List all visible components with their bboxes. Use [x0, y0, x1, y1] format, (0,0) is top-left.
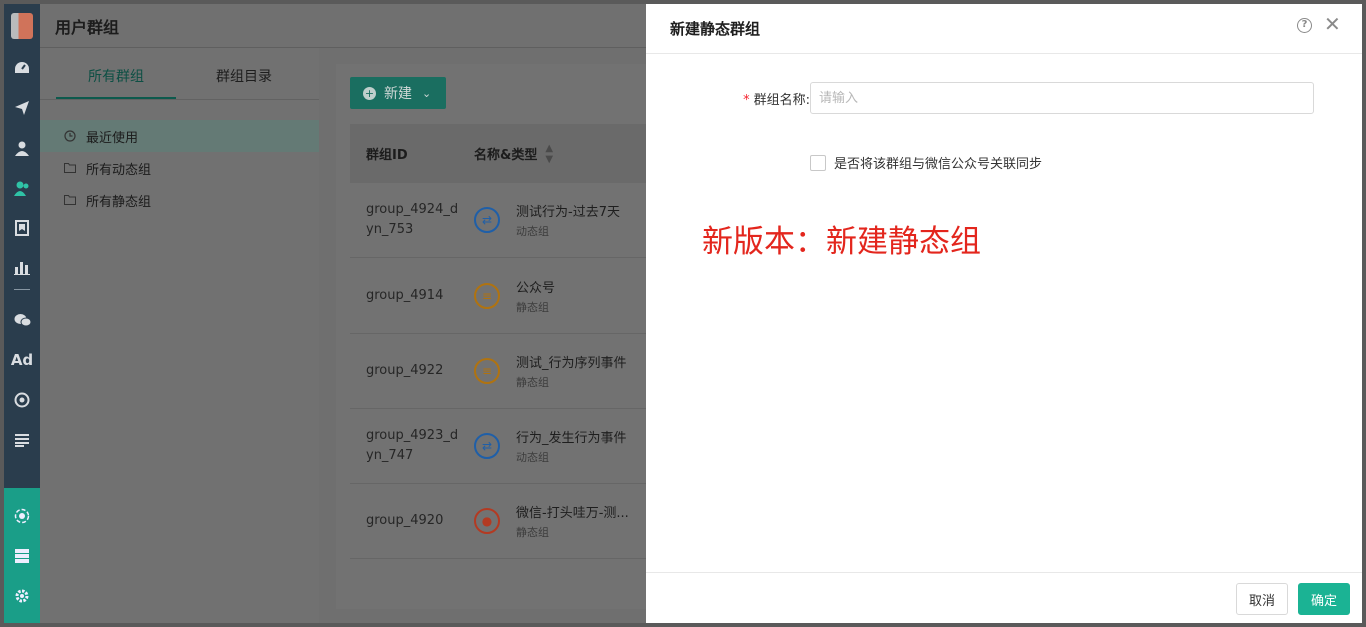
list-icon[interactable] — [4, 420, 40, 460]
group-name-label-text: 群组名称: — [753, 92, 810, 108]
wechat-sync-option[interactable]: 是否将该群组与微信公众号关联同步 — [810, 153, 1042, 172]
rail-divider — [14, 289, 30, 290]
wechat-sync-label: 是否将该群组与微信公众号关联同步 — [834, 157, 1043, 172]
group-name-field: * 群组名称: — [730, 82, 1314, 114]
required-mark: * — [743, 92, 750, 108]
close-icon[interactable]: ✕ — [1324, 14, 1341, 34]
group-id: group_4920 — [366, 513, 444, 528]
table-row[interactable]: group_4924_d yn_753 ⇄ 测试行为-过去7天 动态组 — [350, 183, 646, 258]
tree-item-label: 所有静态组 — [86, 194, 152, 210]
wechat-sync-checkbox[interactable] — [810, 154, 826, 171]
tree-item-recent[interactable]: 最近使用 — [40, 120, 319, 152]
gear-icon[interactable] — [4, 576, 40, 616]
tree-item-dynamic[interactable]: 所有动态组 — [40, 152, 319, 184]
tree-item-label: 所有动态组 — [86, 162, 152, 178]
rail-bottom-group — [4, 488, 40, 623]
wechat-icon[interactable] — [4, 300, 40, 340]
nav-rail: Ad — [4, 4, 40, 623]
group-name: 测试_行为序列事件 — [516, 356, 627, 371]
server-icon[interactable] — [4, 536, 40, 576]
table-row[interactable]: group_4920 ● 微信-打头哇万-测... 静态组 — [350, 484, 646, 559]
dashboard-icon[interactable] — [4, 48, 40, 88]
bookmark-icon[interactable] — [4, 208, 40, 248]
group-name: 微信-打头哇万-测... — [516, 506, 629, 521]
version-annotation: 新版本：新建静态组 — [702, 224, 981, 260]
tree-item-label: 最近使用 — [86, 130, 139, 146]
app-logo[interactable] — [4, 4, 40, 48]
group-type: 静态组 — [516, 376, 549, 389]
sort-icon[interactable]: ▲ ▼ — [545, 143, 553, 165]
group-type: 静态组 — [516, 301, 549, 314]
new-static-group-drawer: 新建静态群组 ? ✕ *群组名称: 是否将该群组与微信公众号关联同步 新版本：新… — [646, 4, 1362, 623]
tree-item-static[interactable]: 所有静态组 — [40, 184, 319, 216]
tab-group-directory[interactable]: 群组目录 — [184, 48, 304, 99]
new-group-button[interactable]: + 新建 ⌄ — [350, 77, 446, 109]
group-name-label: * 群组名称: — [730, 89, 810, 108]
cancel-button[interactable]: 取消 — [1236, 583, 1288, 615]
group-name: 行为_发生行为事件 — [516, 431, 627, 446]
user-group-icon[interactable] — [4, 168, 40, 208]
user-icon[interactable] — [4, 128, 40, 168]
drawer-footer: 取消 确定 — [646, 572, 1362, 623]
list-icon: ≡ — [474, 283, 500, 309]
sync-icon: ⇄ — [474, 433, 500, 459]
group-list-area: + 新建 ⌄ 群组ID 名称&类型 ▲ ▼ group_4924_d yn_753… — [336, 64, 646, 609]
column-header-id: 群组ID — [366, 148, 408, 163]
page-header: 用户群组 — [40, 4, 646, 48]
target-icon[interactable] — [4, 380, 40, 420]
page-title: 用户群组 — [55, 17, 120, 37]
sync-icon: ⇄ — [474, 207, 500, 233]
group-tree: 最近使用 所有动态组 所有静态组 — [40, 100, 319, 216]
send-icon[interactable] — [4, 88, 40, 128]
bar-chart-icon[interactable] — [4, 248, 40, 288]
list-icon: ≡ — [474, 358, 500, 384]
folder-icon — [64, 162, 76, 174]
group-id: group_4922 — [366, 363, 444, 378]
new-button-label: 新建 — [384, 86, 412, 102]
hub-icon[interactable] — [4, 496, 40, 536]
group-id: group_4923_d yn_747 — [366, 428, 459, 463]
logo-mark — [11, 13, 33, 39]
group-name: 公众号 — [516, 281, 556, 296]
ad-icon[interactable]: Ad — [4, 340, 40, 380]
group-name: 测试行为-过去7天 — [516, 205, 620, 220]
folder-icon — [64, 194, 76, 206]
drawer-header: 新建静态群组 ? ✕ — [646, 4, 1362, 54]
group-type: 静态组 — [516, 526, 549, 539]
plus-icon: + — [363, 86, 376, 100]
chevron-down-icon: ⌄ — [422, 86, 432, 100]
drawer-title: 新建静态群组 — [670, 20, 761, 38]
column-header-name[interactable]: 名称&类型 — [474, 144, 537, 163]
user-circle-icon: ● — [474, 508, 500, 534]
confirm-button[interactable]: 确定 — [1298, 583, 1350, 615]
group-sidebar: 所有群组 群组目录 最近使用 所有动态组 所有静态组 — [40, 48, 319, 623]
group-id: group_4924_d yn_753 — [366, 202, 459, 237]
tab-all-groups[interactable]: 所有群组 — [56, 48, 176, 99]
clock-icon — [64, 130, 76, 142]
user-groups-page: 用户群组 所有群组 群组目录 最近使用 所有动态组 所有静态组 + 新建 ⌄ 群… — [40, 4, 646, 623]
table-row[interactable]: group_4923_d yn_747 ⇄ 行为_发生行为事件 动态组 — [350, 409, 646, 484]
help-icon[interactable]: ? — [1297, 18, 1312, 33]
table-row[interactable]: group_4922 ≡ 测试_行为序列事件 静态组 — [350, 334, 646, 409]
group-type: 动态组 — [516, 451, 549, 464]
group-type: 动态组 — [516, 225, 549, 238]
table-header: 群组ID 名称&类型 ▲ ▼ — [350, 124, 646, 183]
group-id: group_4914 — [366, 288, 444, 303]
table-row[interactable]: group_4914 ≡ 公众号静态组 — [350, 259, 646, 334]
group-tabs: 所有群组 群组目录 — [40, 48, 319, 100]
group-name-input[interactable] — [810, 82, 1314, 114]
